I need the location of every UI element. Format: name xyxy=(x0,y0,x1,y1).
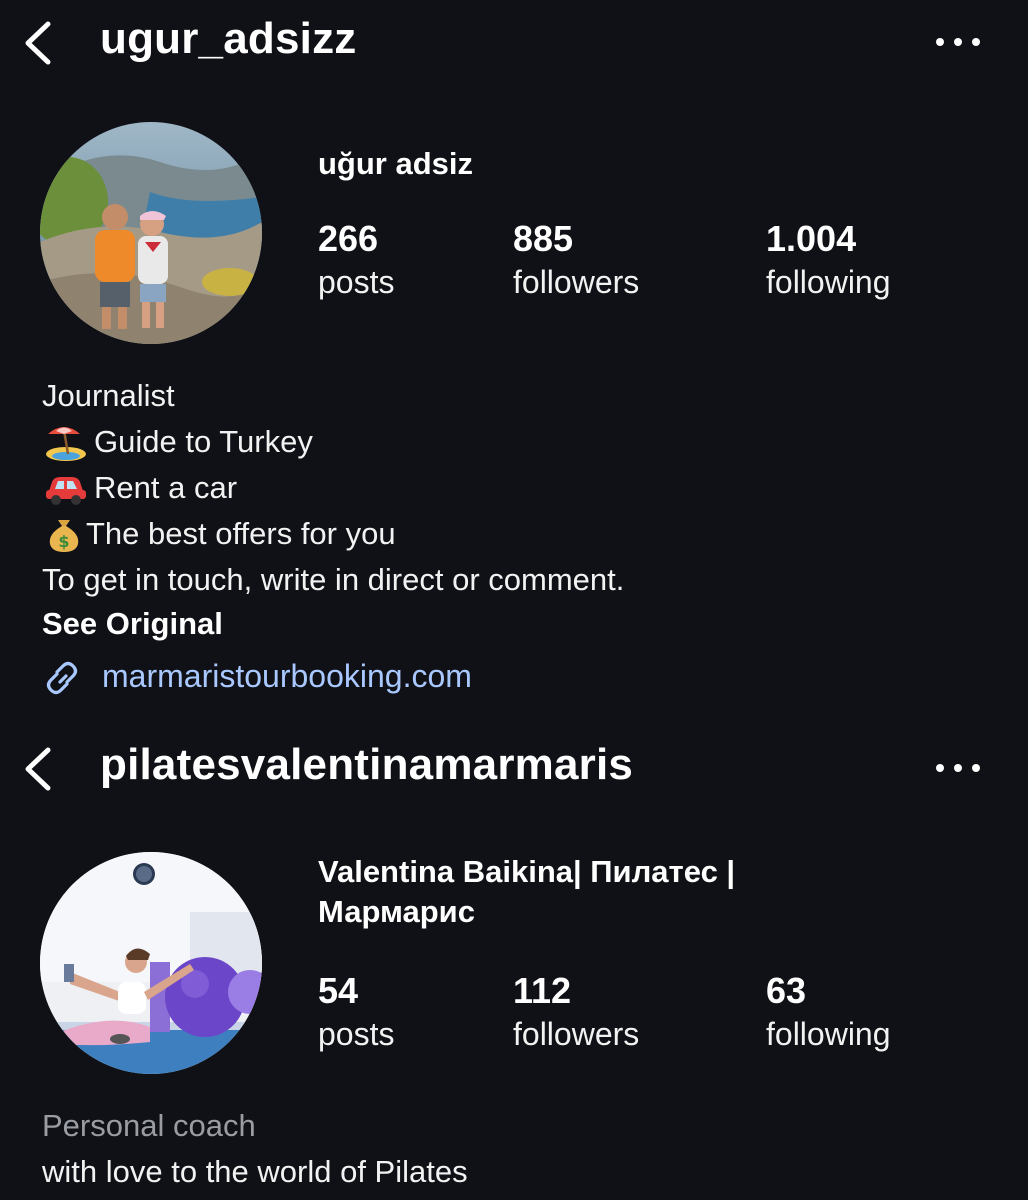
bio-occupation: Journalist xyxy=(42,378,175,413)
avatar[interactable] xyxy=(40,122,262,344)
profile-header: ugur_adsizz xyxy=(0,0,1028,84)
stat-following-label: following xyxy=(766,264,891,300)
money-bag-icon: $ xyxy=(42,514,86,554)
profile-card-pilates: pilatesvalentinamarmaris Valentina Baiki… xyxy=(0,726,1028,1200)
link-icon xyxy=(46,661,78,695)
avatar[interactable] xyxy=(40,852,262,1074)
stat-followers-label: followers xyxy=(513,264,640,300)
profile-username: ugur_adsizz xyxy=(100,14,357,63)
stat-posts-label: posts xyxy=(318,1016,395,1052)
stat-followers-label: followers xyxy=(513,1016,640,1052)
profile-username: pilatesvalentinamarmaris xyxy=(100,740,634,789)
bio-line-guide-text: Guide to Turkey xyxy=(94,424,313,459)
stat-following[interactable]: 63 following xyxy=(766,970,891,1056)
stat-posts-count: 266 xyxy=(318,218,379,259)
svg-text:$: $ xyxy=(58,532,69,551)
bio-line-rent-text: Rent a car xyxy=(94,470,238,505)
profile-display-name-line2: Мармарис xyxy=(318,894,475,929)
bio-text: with love to the world of Pilates xyxy=(42,1154,468,1189)
see-original-link[interactable]: See Original xyxy=(42,606,223,642)
stat-following-count: 1.004 xyxy=(766,218,857,259)
stat-followers[interactable]: 885 followers xyxy=(513,218,639,304)
red-car-icon xyxy=(42,468,94,508)
more-options-button[interactable] xyxy=(932,752,984,784)
chevron-left-icon xyxy=(25,747,51,791)
stat-following[interactable]: 1.004 following xyxy=(766,218,891,304)
stat-following-count: 63 xyxy=(766,970,807,1011)
bio-category: Personal coach xyxy=(42,1108,256,1143)
beach-umbrella-icon xyxy=(42,422,94,462)
bio-line-rent: Rent a car xyxy=(42,468,237,508)
stat-posts-label: posts xyxy=(318,264,395,300)
profile-header: pilatesvalentinamarmaris xyxy=(0,726,1028,810)
bio-line-offers-text: The best offers for you xyxy=(86,516,396,551)
stat-posts[interactable]: 54 posts xyxy=(318,970,394,1056)
stat-followers-count: 885 xyxy=(513,218,574,259)
more-options-button[interactable] xyxy=(932,26,984,58)
stat-posts-count: 54 xyxy=(318,970,359,1011)
avatar-photo xyxy=(40,122,262,344)
more-dots-icon xyxy=(936,38,980,46)
bio-contact: To get in touch, write in direct or comm… xyxy=(42,562,625,597)
profile-display-name-line1: Valentina Baikina| Пилатес | xyxy=(318,854,736,889)
profile-display-name: uğur adsiz xyxy=(318,146,474,181)
more-dots-icon xyxy=(936,764,980,772)
profile-card-ugur: ugur_adsizz uğur adsiz 266 posts 885 fol… xyxy=(0,0,1028,720)
back-button[interactable] xyxy=(18,18,62,68)
bio-line-guide: Guide to Turkey xyxy=(42,422,313,462)
bio-website-url: marmaristourbooking.com xyxy=(102,658,472,694)
back-button[interactable] xyxy=(18,744,62,794)
chevron-left-icon xyxy=(25,21,51,65)
avatar-photo xyxy=(40,852,262,1074)
stat-posts[interactable]: 266 posts xyxy=(318,218,394,304)
stat-followers[interactable]: 112 followers xyxy=(513,970,639,1056)
stat-followers-count: 112 xyxy=(513,970,572,1011)
bio-line-offers: $ The best offers for you xyxy=(42,514,396,554)
stat-following-label: following xyxy=(766,1016,891,1052)
